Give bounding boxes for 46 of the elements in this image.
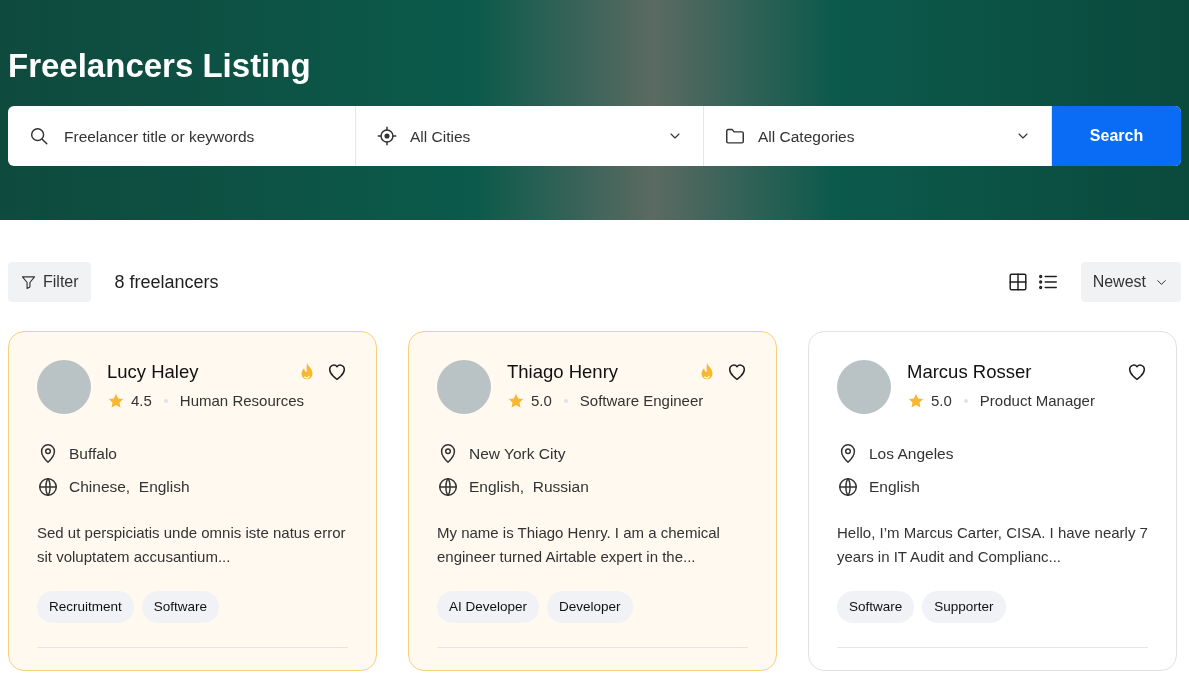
- separator-dot: [163, 399, 168, 404]
- globe-icon: [837, 475, 859, 498]
- description-text: Sed ut perspiciatis unde omnis iste natus error sit voluptatem accusantium...: [37, 522, 347, 567]
- languages-text: English: [869, 477, 920, 498]
- skill-tag[interactable]: Supporter: [922, 590, 1006, 623]
- heart-icon[interactable]: [1126, 361, 1148, 383]
- description-text: Hello, I’m Marcus Carter, CISA. I have nearly 7 years in IT Audit and Complianc...: [837, 522, 1148, 567]
- heart-icon[interactable]: [326, 361, 348, 383]
- job-title: Software Engineer: [579, 391, 704, 412]
- rating-value: 5.0: [531, 391, 552, 412]
- category-dropdown[interactable]: All Categories: [758, 124, 1003, 148]
- avatar: [837, 360, 891, 414]
- avatar: [437, 360, 491, 414]
- separator-dot: [563, 399, 568, 404]
- funnel-icon: [20, 273, 37, 291]
- description-text: My name is Thiago Henry. I am a chemical engineer turned Airtable expert in the...: [437, 522, 721, 567]
- grid-view-icon[interactable]: [1006, 271, 1029, 293]
- globe-icon: [437, 475, 459, 498]
- languages-text: Chinese, English: [69, 477, 190, 498]
- rating-value: 4.5: [131, 391, 152, 412]
- page-title: Freelancers Listing: [8, 48, 312, 85]
- crosshair-icon: [376, 125, 398, 148]
- freelancer-name[interactable]: Thiago Henry: [507, 360, 696, 385]
- skill-tag[interactable]: Recruitment: [37, 590, 134, 623]
- filter-button[interactable]: Filter: [8, 262, 91, 302]
- location-text: New York City: [469, 444, 566, 464]
- search-button[interactable]: Search: [1052, 106, 1181, 167]
- skill-tag[interactable]: AI Developer: [437, 590, 540, 623]
- languages-text: English, Russian: [469, 477, 589, 498]
- heart-icon[interactable]: [726, 361, 748, 383]
- skill-tag[interactable]: Software: [837, 590, 915, 623]
- job-title: Human Resources: [179, 391, 305, 412]
- separator-dot: [963, 399, 968, 404]
- location-text: Buffalo: [69, 444, 117, 464]
- result-count: 8 freelancers: [114, 270, 219, 294]
- avatar: [37, 360, 91, 414]
- skill-tag[interactable]: Developer: [547, 590, 633, 623]
- freelancer-name[interactable]: Lucy Haley: [107, 360, 296, 385]
- city-dropdown[interactable]: All Cities: [410, 124, 655, 148]
- skill-tag[interactable]: Software: [141, 590, 220, 623]
- freelancer-name[interactable]: Marcus Rosser: [907, 360, 1126, 385]
- sort-dropdown[interactable]: Newest: [1080, 262, 1181, 302]
- globe-icon: [37, 475, 59, 498]
- location-text: Los Angeles: [869, 444, 954, 464]
- rating-value: 5.0: [931, 391, 952, 412]
- job-title: Product Manager: [979, 391, 1095, 412]
